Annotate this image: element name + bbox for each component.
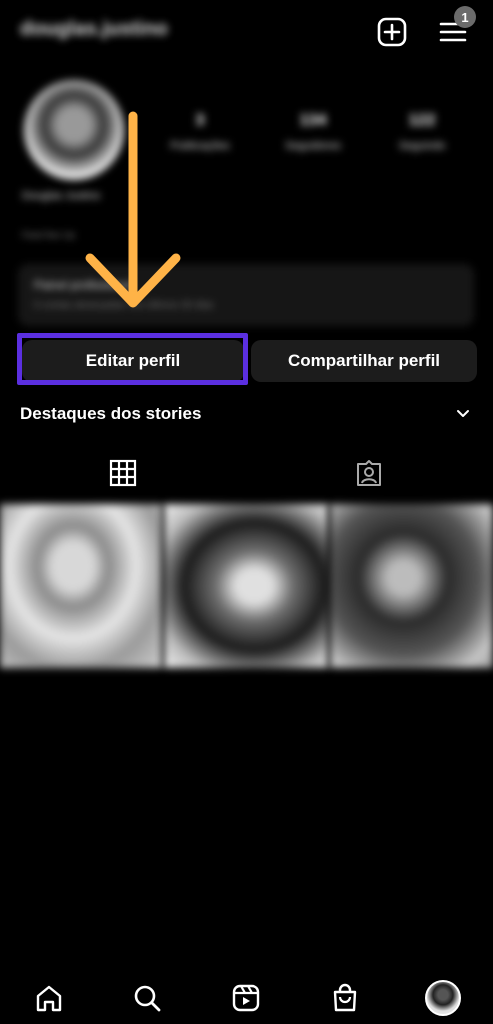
tab-posts-grid[interactable] xyxy=(108,458,138,488)
stat-following[interactable]: 122 Seguindo xyxy=(372,112,472,152)
grid-icon xyxy=(109,459,137,487)
tab-tagged[interactable] xyxy=(354,458,384,488)
tagged-person-icon xyxy=(357,460,381,486)
profile-subtitle: Feed Nov Up xyxy=(22,230,76,240)
stat-following-value: 122 xyxy=(408,112,436,129)
shopping-bag-icon xyxy=(333,983,357,1012)
chevron-down-icon[interactable] xyxy=(455,406,471,422)
annotation-arrow-icon xyxy=(85,111,181,308)
nav-search[interactable] xyxy=(131,982,163,1014)
grid-post-2[interactable] xyxy=(164,504,328,668)
bottom-navigation xyxy=(0,970,493,1024)
stat-followers-value: 134 xyxy=(299,112,327,129)
stat-followers[interactable]: 134 Seguidores xyxy=(263,112,363,152)
stat-followers-label: Seguidores xyxy=(285,140,341,152)
top-bar: douglas.justino 1 xyxy=(0,0,493,64)
stat-following-label: Seguindo xyxy=(398,140,446,152)
highlights-title: Destaques dos stories xyxy=(20,404,202,423)
nav-home[interactable] xyxy=(33,982,65,1014)
notification-badge: 1 xyxy=(454,6,476,28)
home-icon xyxy=(36,985,62,1012)
profile-username[interactable]: douglas.justino xyxy=(20,18,168,41)
search-icon xyxy=(134,985,161,1012)
nav-shop[interactable] xyxy=(329,982,361,1014)
reels-icon xyxy=(232,984,260,1012)
new-post-button[interactable] xyxy=(375,15,409,49)
share-profile-button[interactable]: Compartilhar perfil xyxy=(251,340,477,382)
edit-profile-button[interactable]: Editar perfil xyxy=(22,340,244,382)
nav-reels[interactable] xyxy=(230,982,262,1014)
plus-square-icon xyxy=(377,17,407,47)
grid-post-1[interactable] xyxy=(0,504,162,668)
story-highlights-row[interactable]: Destaques dos stories xyxy=(20,402,475,428)
nav-profile-avatar[interactable] xyxy=(425,980,461,1016)
grid-post-3[interactable] xyxy=(330,504,493,668)
